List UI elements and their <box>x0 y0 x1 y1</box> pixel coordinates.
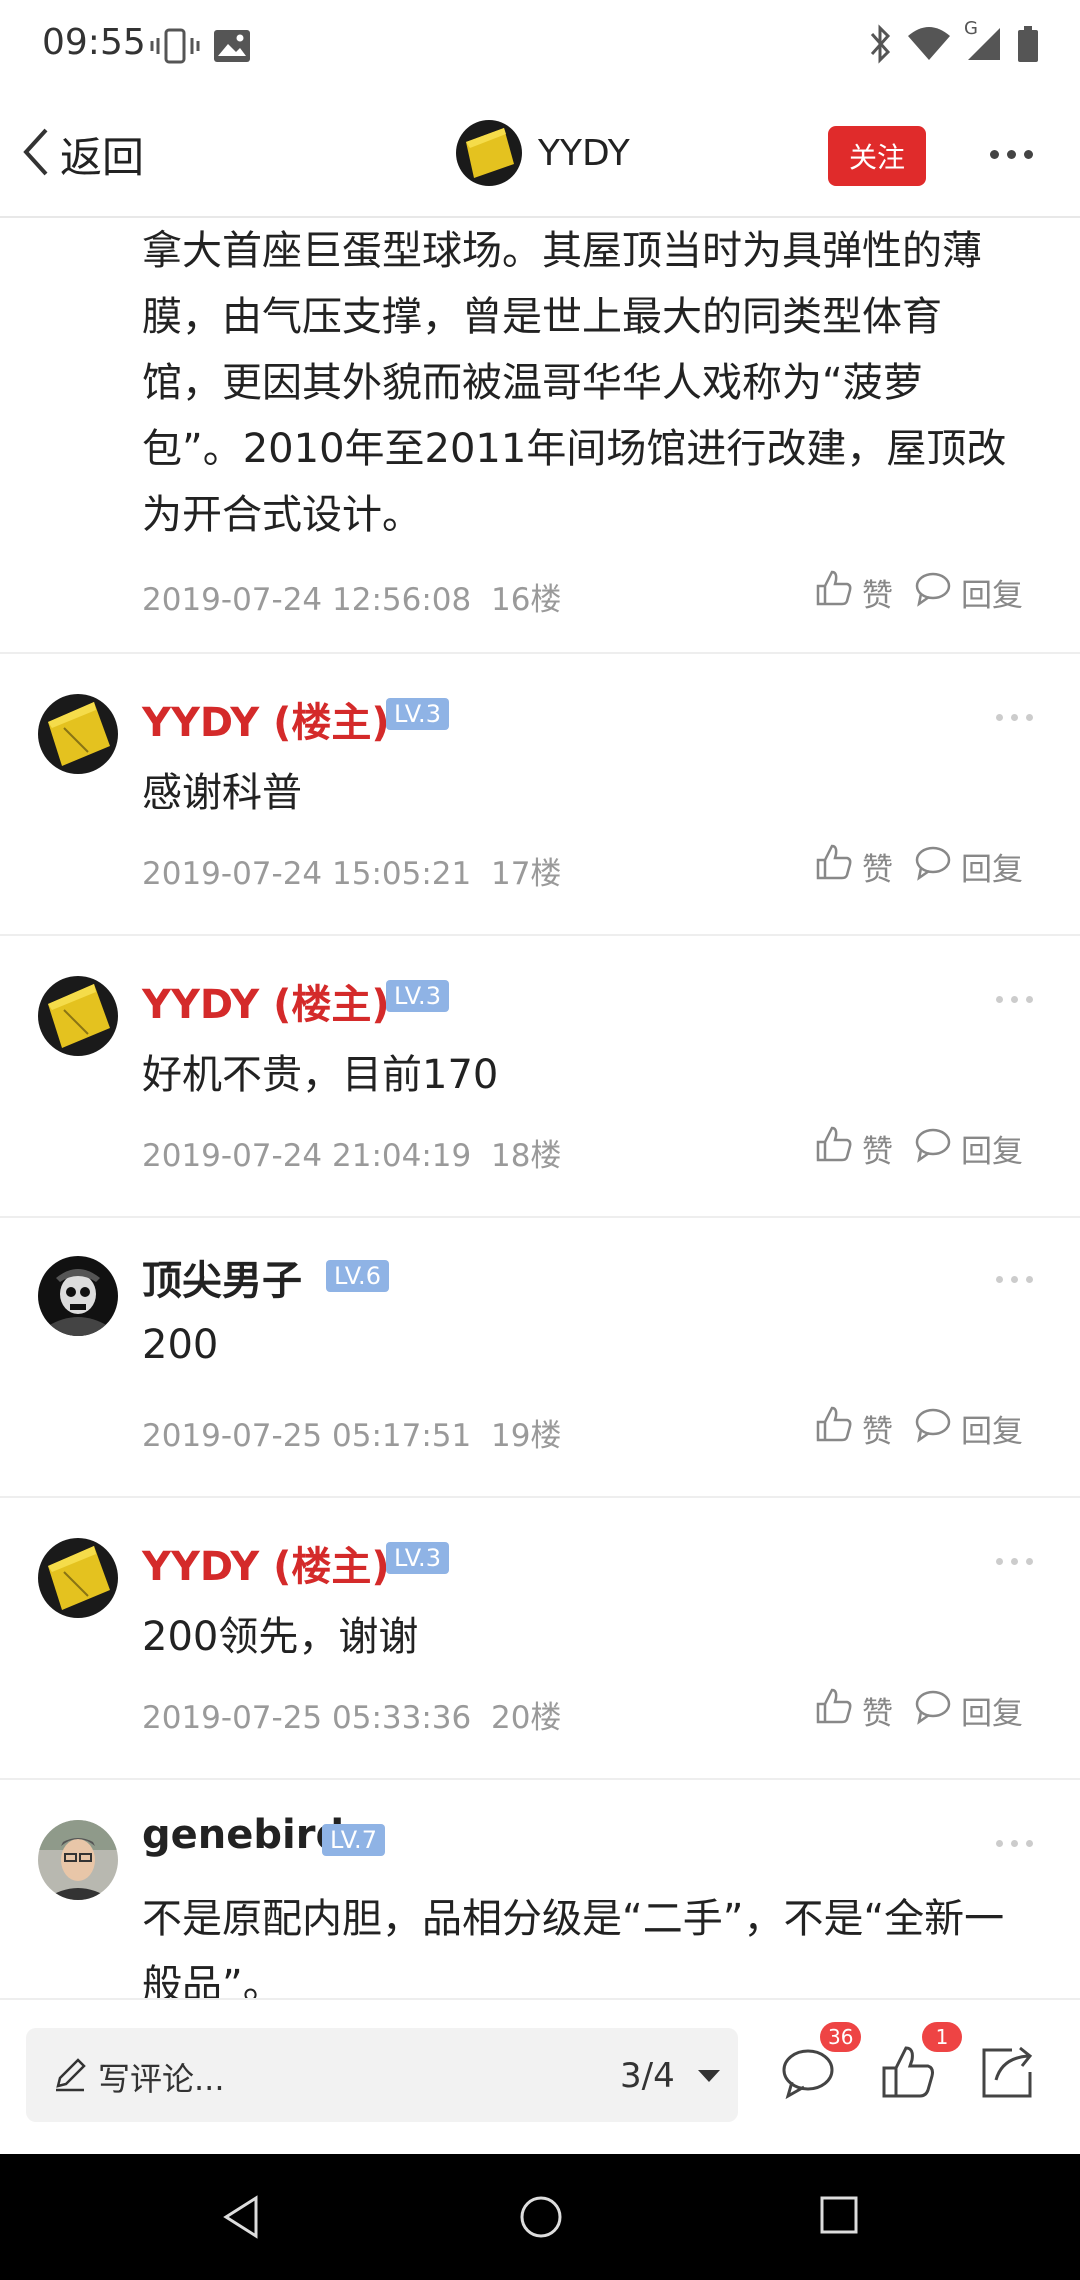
like-post-button[interactable] <box>880 2044 936 2104</box>
top-nav-bar: 返回 YYDY 关注 <box>0 92 1080 218</box>
like-button[interactable]: 赞 <box>814 842 893 890</box>
comment-placeholder: 写评论... <box>98 2060 225 2098</box>
level-badge: LV.3 <box>386 1542 449 1574</box>
nav-title: YYDY <box>538 132 630 174</box>
avatar[interactable] <box>38 976 118 1056</box>
like-button[interactable]: 赞 <box>814 568 893 616</box>
comment-actions: 赞 回复 <box>814 568 1023 616</box>
like-button[interactable]: 赞 <box>814 1404 893 1452</box>
username[interactable]: genebird <box>142 1812 344 1858</box>
nav-recents-icon[interactable] <box>818 2194 860 2240</box>
like-count-badge: 1 <box>922 2022 962 2052</box>
username[interactable]: 顶尖男子 <box>142 1248 302 1306</box>
speech-bubble-icon <box>913 1124 953 1172</box>
level-badge: LV.7 <box>322 1824 385 1856</box>
comments-button[interactable] <box>780 2044 836 2104</box>
thumbs-up-icon <box>814 1124 854 1172</box>
battery-icon <box>1016 24 1040 68</box>
comment-input[interactable]: 写评论... 3/4 <box>26 2028 738 2122</box>
network-type: G <box>964 18 978 39</box>
system-navigation-bar <box>0 2154 1080 2280</box>
like-button[interactable]: 赞 <box>814 1124 893 1172</box>
speech-bubble-icon <box>913 1404 953 1452</box>
thumbs-up-icon <box>814 568 854 616</box>
level-badge: LV.6 <box>326 1260 389 1292</box>
post-more-button[interactable] <box>996 1276 1033 1283</box>
comment-actions: 赞 回复 <box>814 842 1023 890</box>
comment-text: 感谢科普 <box>142 770 302 816</box>
page-indicator[interactable]: 3/4 <box>620 2056 675 2096</box>
avatar[interactable] <box>38 1820 118 1900</box>
bottom-action-bar: 写评论... 3/4 36 1 <box>0 1998 1080 2154</box>
list-item: YYDY (楼主) LV.3 200领先，谢谢 2019-07-25 05:33… <box>0 1498 1080 1780</box>
list-item: 拿大首座巨蛋型球场。其屋顶当时为具弹性的薄 膜，由气压支撑，曾是世上最大的同类型… <box>0 218 1080 654</box>
back-button[interactable]: 返回 <box>18 122 144 186</box>
comment-text: 不是原配内胆，品相分级是“二手”，不是“全新一 般品”。 <box>142 1896 1005 1998</box>
comment-actions: 赞 回复 <box>814 1686 1023 1734</box>
status-time: 09:55 <box>42 22 146 63</box>
avatar <box>456 120 522 186</box>
speech-bubble-icon <box>913 842 953 890</box>
list-item: genebird LV.7 不是原配内胆，品相分级是“二手”，不是“全新一 般品… <box>0 1780 1080 1998</box>
chevron-left-icon <box>18 122 52 186</box>
thumbs-up-icon <box>814 842 854 890</box>
reply-button[interactable]: 回复 <box>913 842 1023 890</box>
comment-meta: 2019-07-24 15:05:21 17楼 <box>142 856 562 892</box>
avatar[interactable] <box>38 1538 118 1618</box>
comment-text: 好机不贵，目前170 <box>142 1052 499 1098</box>
comment-meta: 2019-07-25 05:17:51 19楼 <box>142 1418 562 1454</box>
post-more-button[interactable] <box>996 1558 1033 1565</box>
comment-meta: 2019-07-24 21:04:19 18楼 <box>142 1138 562 1174</box>
comment-count-badge: 36 <box>820 2022 862 2052</box>
wifi-icon <box>906 24 952 68</box>
back-label: 返回 <box>60 132 145 182</box>
comment-actions: 赞 回复 <box>814 1124 1023 1172</box>
nav-home-icon[interactable] <box>518 2194 564 2244</box>
speech-bubble-icon <box>913 568 953 616</box>
like-button[interactable]: 赞 <box>814 1686 893 1734</box>
chevron-down-icon[interactable] <box>698 2070 720 2082</box>
more-options-button[interactable] <box>990 150 1033 159</box>
post-more-button[interactable] <box>996 996 1033 1003</box>
avatar[interactable] <box>38 694 118 774</box>
username[interactable]: YYDY (楼主) <box>142 1534 390 1592</box>
comment-text: 200 <box>142 1322 219 1368</box>
image-notification-icon <box>212 26 252 70</box>
level-badge: LV.3 <box>386 980 449 1012</box>
nav-back-icon[interactable] <box>220 2194 264 2244</box>
speech-bubble-icon <box>913 1686 953 1734</box>
pencil-icon <box>52 2056 88 2096</box>
signal-icon: G <box>964 18 1004 68</box>
status-bar: 09:55 G <box>0 0 1080 92</box>
comment-list[interactable]: 拿大首座巨蛋型球场。其屋顶当时为具弹性的薄 膜，由气压支撑，曾是世上最大的同类型… <box>0 218 1080 1998</box>
thumbs-up-icon <box>814 1686 854 1734</box>
reply-button[interactable]: 回复 <box>913 1686 1023 1734</box>
comment-text: 200领先，谢谢 <box>142 1614 419 1660</box>
comment-text: 拿大首座巨蛋型球场。其屋顶当时为具弹性的薄 膜，由气压支撑，曾是世上最大的同类型… <box>142 228 1007 538</box>
level-badge: LV.3 <box>386 698 449 730</box>
follow-button[interactable]: 关注 <box>828 126 926 186</box>
nav-user[interactable]: YYDY <box>456 120 630 186</box>
post-more-button[interactable] <box>996 1840 1033 1847</box>
thumbs-up-icon <box>814 1404 854 1452</box>
list-item: 顶尖男子 LV.6 200 2019-07-25 05:17:51 19楼 赞 … <box>0 1218 1080 1498</box>
post-more-button[interactable] <box>996 714 1033 721</box>
reply-button[interactable]: 回复 <box>913 1404 1023 1452</box>
list-item: YYDY (楼主) LV.3 好机不贵，目前170 2019-07-24 21:… <box>0 936 1080 1218</box>
vibrate-icon <box>150 26 200 70</box>
username[interactable]: YYDY (楼主) <box>142 972 390 1030</box>
avatar[interactable] <box>38 1256 118 1336</box>
reply-button[interactable]: 回复 <box>913 568 1023 616</box>
comment-actions: 赞 回复 <box>814 1404 1023 1452</box>
reply-button[interactable]: 回复 <box>913 1124 1023 1172</box>
comment-meta: 2019-07-24 12:56:08 16楼 <box>142 582 562 618</box>
username[interactable]: YYDY (楼主) <box>142 690 390 748</box>
comment-meta: 2019-07-25 05:33:36 20楼 <box>142 1700 562 1736</box>
bluetooth-icon <box>868 24 894 68</box>
list-item: YYDY (楼主) LV.3 感谢科普 2019-07-24 15:05:21 … <box>0 654 1080 936</box>
share-icon[interactable] <box>980 2044 1036 2104</box>
